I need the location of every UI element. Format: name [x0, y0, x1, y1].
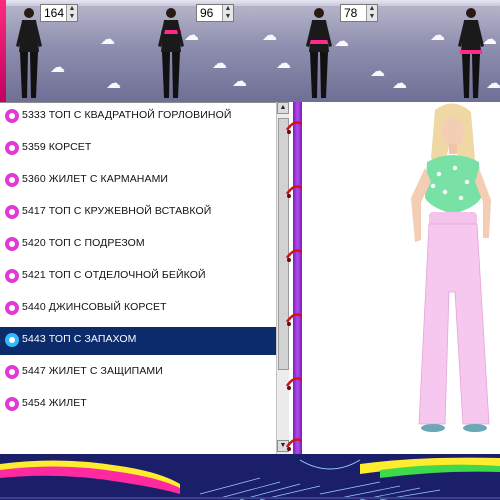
- sheep-icon: ☁: [262, 27, 277, 44]
- height-spinner[interactable]: 164 ▲ ▼: [40, 4, 78, 22]
- list-item[interactable]: 5454 ЖИЛЕТ: [0, 391, 276, 419]
- flower-icon: [5, 301, 19, 315]
- list-item-label: 5359 КОРСЕТ: [22, 141, 92, 153]
- list-item-label: 5421 ТОП С ОТДЕЛОЧНОЙ БЕЙКОЙ: [22, 269, 206, 281]
- list-item[interactable]: 5359 КОРСЕТ: [0, 135, 276, 163]
- spinner-up-icon[interactable]: ▲: [223, 5, 233, 13]
- waist-value: 78: [344, 6, 358, 20]
- header-strip: ☁ ☁ ☁ ☁ ☁ ☁ ☁ ☁ ☁ ☁ ☁ ☁ ☁ ☁ 164 ▲ ▼ 96 ▲…: [0, 0, 500, 102]
- spinner-down-icon[interactable]: ▼: [367, 13, 377, 21]
- sheep-icon: ☁: [212, 55, 227, 72]
- model-figure-hips: [458, 8, 484, 98]
- flower-icon: [5, 141, 19, 155]
- height-spinner-arrows[interactable]: ▲ ▼: [66, 5, 77, 21]
- bust-spinner-arrows[interactable]: ▲ ▼: [222, 5, 233, 21]
- sheep-icon: ☁: [430, 27, 445, 44]
- list-item[interactable]: 5447 ЖИЛЕТ С ЗАЩИПАМИ: [0, 359, 276, 387]
- flower-icon: [5, 173, 19, 187]
- sheep-icon: ☁: [232, 73, 247, 90]
- list-item-label: 5454 ЖИЛЕТ: [22, 397, 87, 409]
- list-item[interactable]: 5333 ТОП С КВАДРАТНОЙ ГОРЛОВИНОЙ: [0, 103, 276, 131]
- sheep-icon: ☁: [370, 63, 385, 80]
- waist-spinner[interactable]: 78 ▲ ▼: [340, 4, 378, 22]
- flower-icon: [5, 365, 19, 379]
- list-scrollbar[interactable]: ▲ ▼: [276, 102, 289, 454]
- flower-icon: [5, 237, 19, 251]
- list-item[interactable]: 5417 ТОП С КРУЖЕВНОЙ ВСТАВКОЙ: [0, 199, 276, 227]
- sheep-icon: ☁: [100, 31, 115, 48]
- list-item[interactable]: 5360 ЖИЛЕТ С КАРМАНАМИ: [0, 167, 276, 195]
- list-item-label: 5333 ТОП С КВАДРАТНОЙ ГОРЛОВИНОЙ: [22, 109, 232, 121]
- model-preview-image: [411, 103, 491, 432]
- height-value: 164: [44, 6, 65, 20]
- bust-spinner[interactable]: 96 ▲ ▼: [196, 4, 234, 22]
- notebook-spine: [293, 102, 302, 468]
- list-item-label: 5360 ЖИЛЕТ С КАРМАНАМИ: [22, 173, 169, 185]
- spinner-down-icon[interactable]: ▼: [67, 13, 77, 21]
- bust-value: 96: [200, 6, 214, 20]
- scroll-thumb[interactable]: [278, 118, 289, 370]
- list-item[interactable]: 5440 ДЖИНСОВЫЙ КОРСЕТ: [0, 295, 276, 323]
- list-item-label: 5447 ЖИЛЕТ С ЗАЩИПАМИ: [22, 365, 163, 377]
- list-item[interactable]: 5421 ТОП С ОТДЕЛОЧНОЙ БЕЙКОЙ: [0, 263, 276, 291]
- sheep-icon: ☁: [106, 75, 121, 92]
- pattern-list[interactable]: 5333 ТОП С КВАДРАТНОЙ ГОРЛОВИНОЙ 5359 КО…: [0, 102, 276, 455]
- model-figure-waist: [306, 8, 332, 98]
- list-item-label: 5443 ТОП С ЗАПАХОМ: [22, 333, 137, 345]
- flower-icon: [5, 109, 19, 123]
- list-item-selected[interactable]: 5443 ТОП С ЗАПАХОМ: [0, 327, 276, 355]
- flower-icon: [5, 397, 19, 411]
- sheep-icon: ☁: [392, 75, 407, 92]
- sheep-icon: ☁: [276, 55, 291, 72]
- bottom-decorative-strip: [0, 454, 500, 500]
- scroll-up-icon[interactable]: ▲: [277, 102, 289, 114]
- spinner-down-icon[interactable]: ▼: [223, 13, 233, 21]
- list-item-label: 5420 ТОП С ПОДРЕЗОМ: [22, 237, 145, 249]
- left-accent-bar: [0, 0, 6, 102]
- flower-icon: [5, 269, 19, 283]
- list-item-label: 5440 ДЖИНСОВЫЙ КОРСЕТ: [22, 301, 167, 313]
- model-figure-bust: [158, 8, 184, 98]
- flower-icon: [5, 205, 19, 219]
- list-item-label: 5417 ТОП С КРУЖЕВНОЙ ВСТАВКОЙ: [22, 205, 212, 217]
- flower-icon: [5, 333, 19, 347]
- sheep-icon: ☁: [50, 59, 65, 76]
- spinner-up-icon[interactable]: ▲: [67, 5, 77, 13]
- waist-spinner-arrows[interactable]: ▲ ▼: [366, 5, 377, 21]
- spinner-up-icon[interactable]: ▲: [367, 5, 377, 13]
- list-item[interactable]: 5420 ТОП С ПОДРЕЗОМ: [0, 231, 276, 259]
